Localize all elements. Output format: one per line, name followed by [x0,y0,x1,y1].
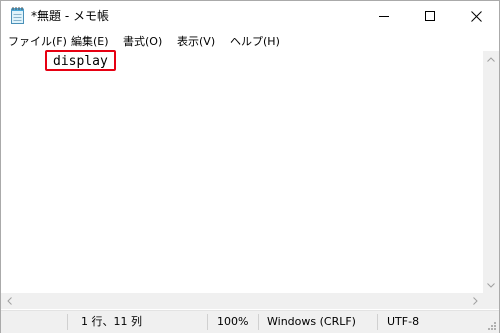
scrollbar-corner [483,293,499,309]
resize-grip-icon[interactable] [487,321,497,331]
minimize-button[interactable] [361,1,407,31]
status-separator [67,314,68,330]
chevron-up-icon [487,56,495,62]
horizontal-scrollbar[interactable] [1,293,483,309]
status-cursor-position: 1 行、11 列 [81,315,142,328]
text-editor[interactable]: display [1,51,482,310]
close-button[interactable] [453,1,499,31]
menu-format[interactable]: 書式(O) [123,34,162,49]
status-encoding: UTF-8 [387,315,420,328]
status-bar: 1 行、11 列 100% Windows (CRLF) UTF-8 [1,310,499,333]
scroll-right-button[interactable] [467,293,483,309]
minimize-icon [379,16,389,17]
scroll-down-button[interactable] [483,277,499,293]
highlight-annotation [45,50,116,71]
menu-view[interactable]: 表示(V) [177,34,215,49]
status-separator [377,314,378,330]
notepad-window: *無題 - メモ帳 ファイル(F) 編集(E) 書式(O) 表示(V) ヘルプ(… [0,0,500,333]
status-separator [207,314,208,330]
maximize-button[interactable] [407,1,453,31]
vertical-scrollbar[interactable] [483,51,499,309]
status-separator [258,314,259,330]
menu-file[interactable]: ファイル(F) [8,34,67,49]
scroll-up-button[interactable] [483,51,499,67]
status-zoom: 100% [217,315,249,328]
window-title: *無題 - メモ帳 [31,9,109,23]
scroll-left-button[interactable] [1,293,17,309]
chevron-right-icon [472,297,478,305]
close-icon [470,10,482,22]
chevron-left-icon [6,297,12,305]
title-bar[interactable]: *無題 - メモ帳 [1,1,499,31]
notepad-icon [11,7,24,24]
maximize-icon [425,11,435,21]
status-line-ending: Windows (CRLF) [267,315,356,328]
menu-edit[interactable]: 編集(E) [71,34,109,49]
menu-bar: ファイル(F) 編集(E) 書式(O) 表示(V) ヘルプ(H) [1,32,499,51]
menu-help[interactable]: ヘルプ(H) [230,34,280,49]
chevron-down-icon [487,282,495,288]
